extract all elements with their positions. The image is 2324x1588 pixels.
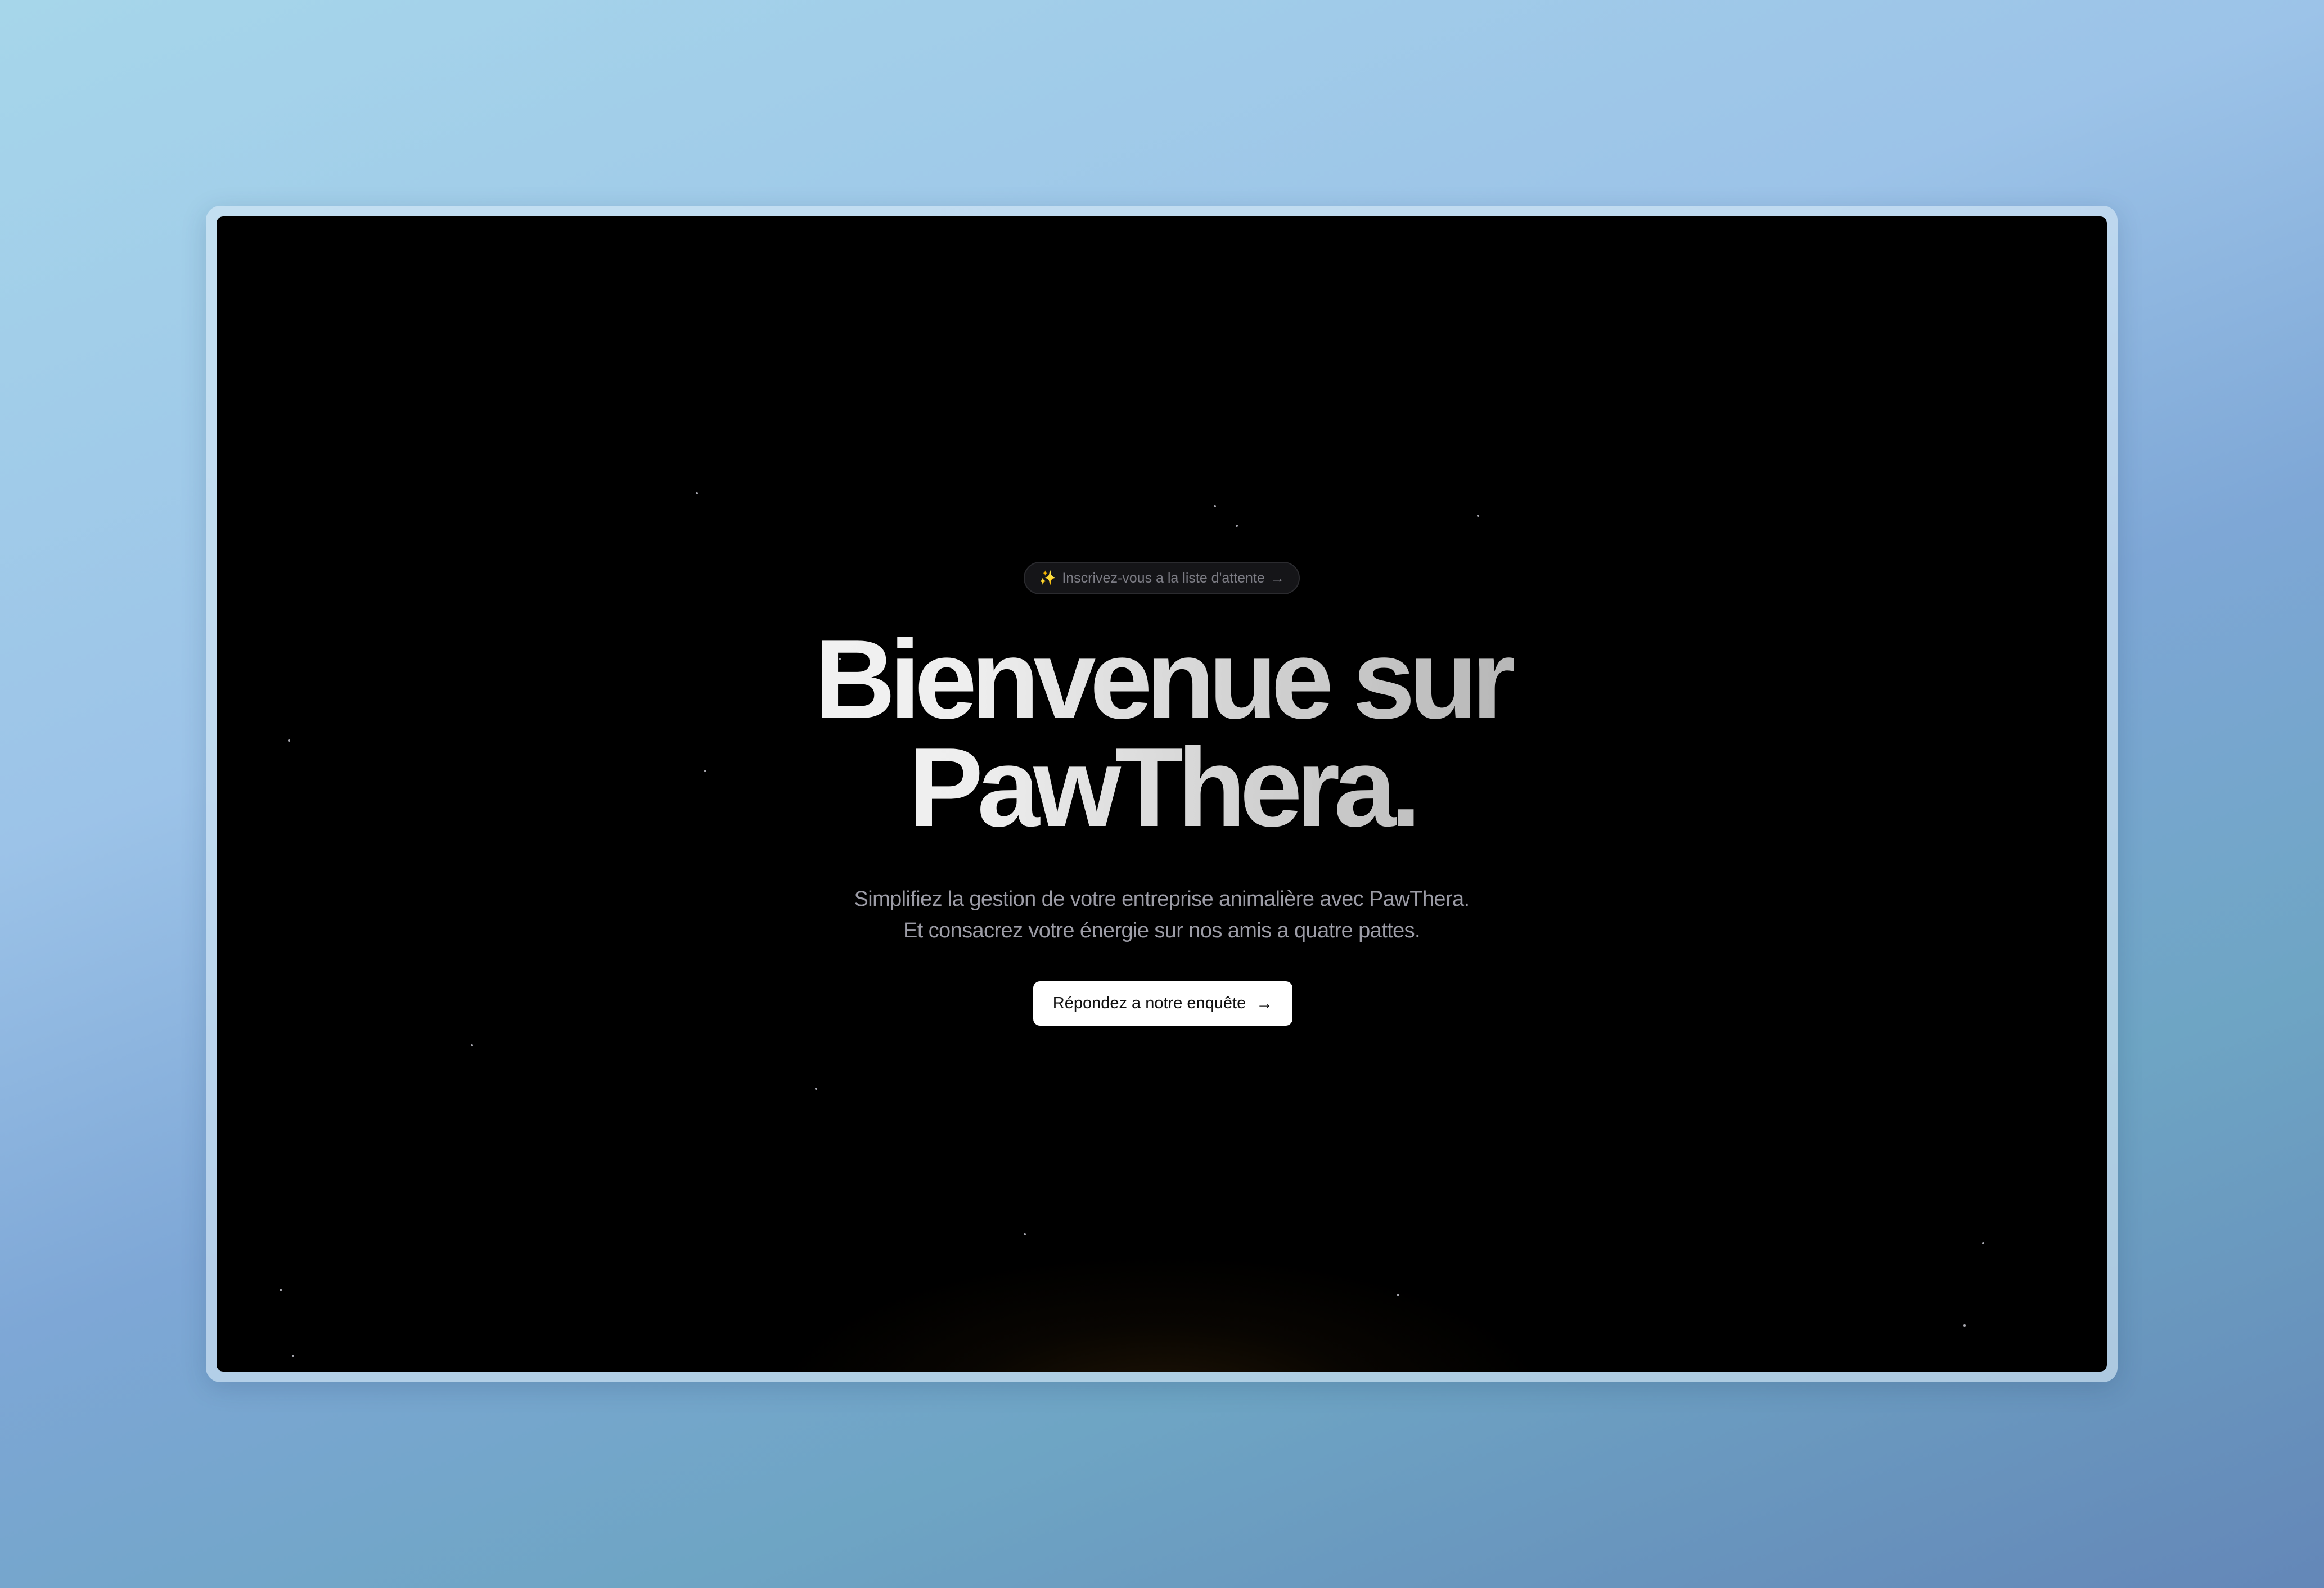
hero-subtitle-line-1: Simplifiez la gestion de votre entrepris…: [854, 887, 1470, 911]
bottom-glow: [779, 1257, 1544, 1372]
browser-frame: ✨ Inscrivez-vous a la liste d'attente → …: [206, 206, 2118, 1382]
hero-title-line-2: PawThera.: [908, 725, 1416, 850]
star-dot: [1397, 1294, 1399, 1296]
hero-subtitle-line-2: Et consacrez votre énergie sur nos amis …: [903, 919, 1421, 942]
waitlist-link[interactable]: ✨ Inscrivez-vous a la liste d'attente →: [1024, 562, 1300, 594]
waitlist-label: Inscrivez-vous a la liste d'attente: [1062, 570, 1265, 586]
star-dot: [1024, 1233, 1026, 1235]
survey-button[interactable]: Répondez a notre enquête →: [1033, 981, 1292, 1026]
arrow-right-icon: →: [1270, 570, 1285, 586]
survey-button-label: Répondez a notre enquête: [1052, 994, 1246, 1012]
hero-screen: ✨ Inscrivez-vous a la liste d'attente → …: [217, 216, 2107, 1372]
star-dot: [292, 1355, 294, 1357]
star-dot: [280, 1289, 282, 1291]
hero-title-line-1: Bienvenue sur: [814, 617, 1510, 742]
star-dot: [696, 492, 698, 494]
star-dot: [1963, 1324, 1966, 1327]
star-dot: [1236, 525, 1238, 527]
star-dot: [471, 1044, 473, 1046]
hero-subtitle: Simplifiez la gestion de votre entrepris…: [217, 883, 2107, 946]
star-dot: [1982, 1242, 1984, 1244]
arrow-right-icon: →: [1256, 994, 1273, 1013]
star-dot: [1477, 515, 1479, 517]
star-dot: [1214, 505, 1216, 507]
star-dot: [815, 1088, 817, 1090]
sparkles-icon: ✨: [1039, 570, 1057, 586]
hero-title: Bienvenue sur PawThera.: [217, 626, 2107, 842]
